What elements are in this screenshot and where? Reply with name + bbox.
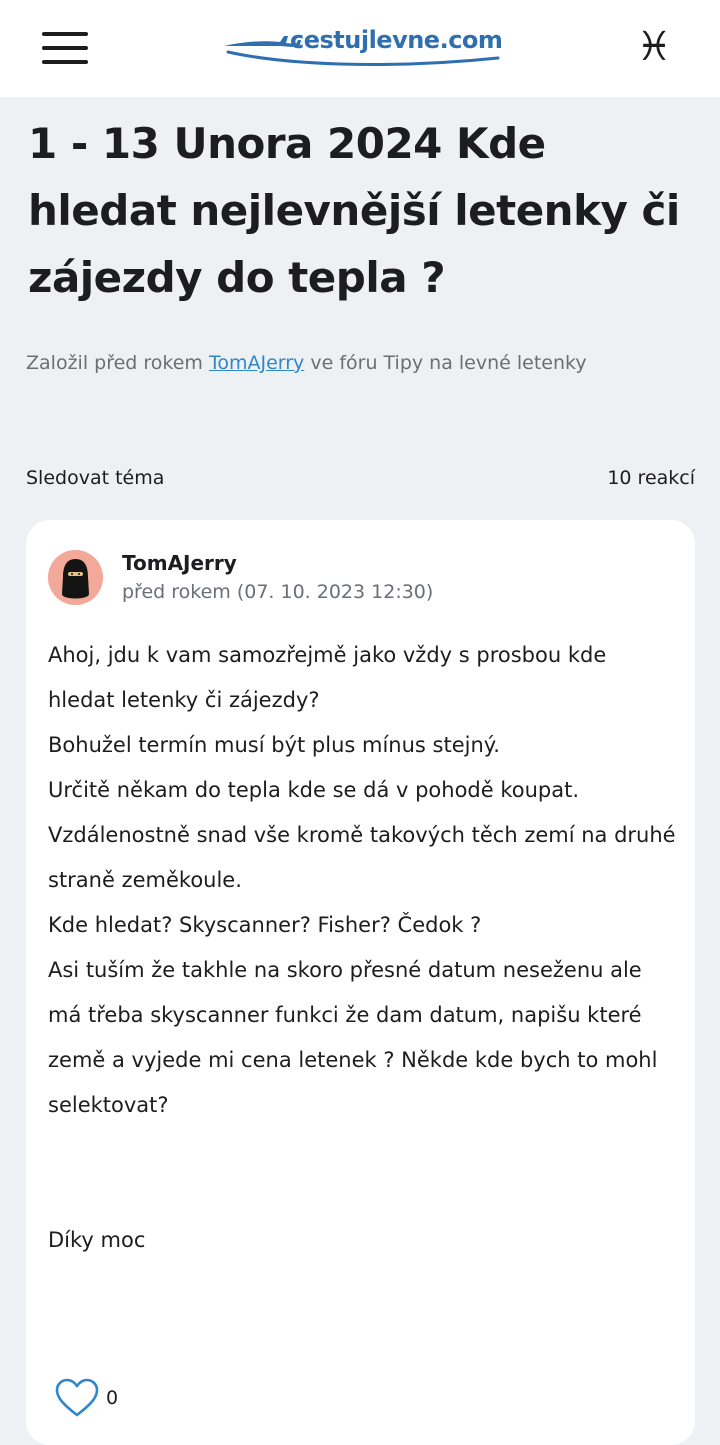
follow-topic-button[interactable]: Sledovat téma [26,467,164,489]
post-paragraph: Vzdálenostně snad vše kromě takových těc… [48,823,676,892]
author-link[interactable]: TomAJerry [209,352,304,374]
post-paragraph: Určitě někam do tepla kde se dá v pohodě… [48,778,580,802]
avatar[interactable] [48,550,103,605]
post-card: TomAJerry před rokem (07. 10. 2023 12:30… [26,520,695,1445]
thread-meta: Založil před rokem TomAJerry ve fóru Tip… [26,352,706,374]
post-body: Ahoj, jdu k vam samozřejmě jako vždy s p… [48,633,678,1263]
site-logo[interactable]: cestujlevne.com [222,24,503,74]
top-bar: cestujlevne.com ♓ [0,0,720,97]
post-paragraph: Ahoj, jdu k vam samozřejmě jako vždy s p… [48,643,607,712]
pisces-icon[interactable]: ♓ [632,22,676,72]
hamburger-menu-icon[interactable] [42,32,88,64]
page-title: 1 - 13 Unora 2024 Kde hledat nejlevnější… [28,119,680,302]
heart-icon[interactable] [54,1378,100,1418]
logo-text: cestujlevne.com [290,26,503,54]
avatar-figure-icon [48,550,103,605]
meta-prefix: Založil před rokem [26,352,203,374]
post-date: před rokem (07. 10. 2023 12:30) [122,581,434,603]
meta-suffix: ve fóru Tipy na levné letenky [310,352,587,374]
post-author[interactable]: TomAJerry [122,551,237,575]
post-paragraph: Kde hledat? Skyscanner? Fisher? Čedok ? [48,913,482,937]
reactions-count[interactable]: 10 reakcí [607,467,695,489]
post-paragraph: Asi tuším že takhle na skoro přesné datu… [48,958,658,1117]
like-count: 0 [106,1387,119,1409]
post-closing: Díky moc [48,1228,146,1252]
post-paragraph: Bohužel termín musí být plus mínus stejn… [48,733,500,757]
